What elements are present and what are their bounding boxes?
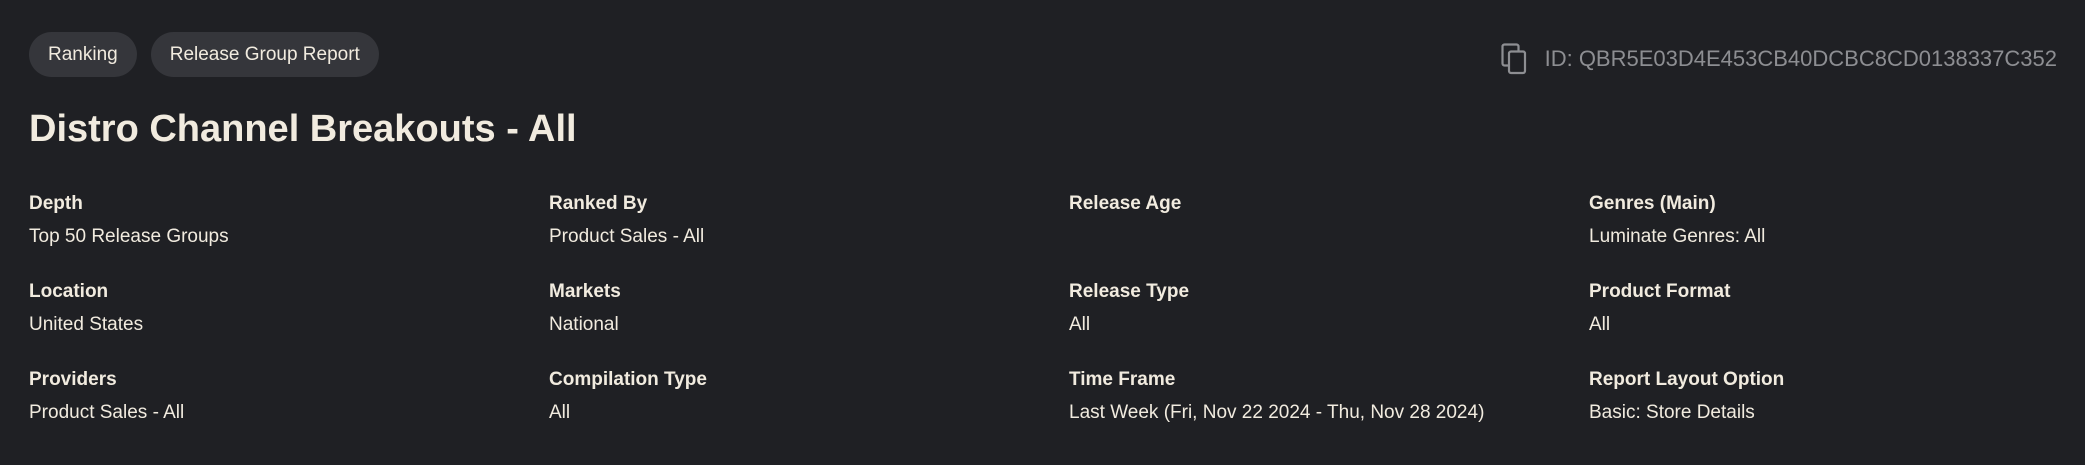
field-time-frame: Time Frame Last Week (Fri, Nov 22 2024 -… <box>1069 367 1589 455</box>
field-label: Markets <box>549 281 621 302</box>
field-ranked-by: Ranked By Product Sales - All <box>549 191 1069 279</box>
field-value: All <box>1589 314 1611 335</box>
field-depth: Depth Top 50 Release Groups <box>29 191 549 279</box>
field-value: Product Sales - All <box>29 402 185 423</box>
field-release-age: Release Age <box>1069 191 1589 279</box>
report-id-text[interactable]: ID: QBR5E03D4E453CB40DCBC8CD0138337C352 <box>1545 46 2057 72</box>
field-product-format: Product Format All <box>1589 279 2057 367</box>
field-value: Product Sales - All <box>549 226 705 247</box>
field-label: Providers <box>29 369 117 390</box>
tag-ranking[interactable]: Ranking <box>29 32 137 77</box>
field-label: Release Type <box>1069 281 1190 302</box>
report-details-grid: Depth Top 50 Release Groups Ranked By Pr… <box>29 191 2057 455</box>
field-genres-main: Genres (Main) Luminate Genres: All <box>1589 191 2057 279</box>
copy-icon[interactable] <box>1499 42 1529 76</box>
field-value: Basic: Store Details <box>1589 402 1755 423</box>
field-value: Last Week (Fri, Nov 22 2024 - Thu, Nov 2… <box>1069 402 1485 423</box>
field-value: Top 50 Release Groups <box>29 226 229 247</box>
field-value: All <box>549 402 571 423</box>
field-report-layout-option: Report Layout Option Basic: Store Detail… <box>1589 367 2057 455</box>
field-label: Report Layout Option <box>1589 369 1785 390</box>
report-id: ID: QBR5E03D4E453CB40DCBC8CD0138337C352 <box>1499 40 2057 78</box>
field-location: Location United States <box>29 279 549 367</box>
field-label: Ranked By <box>549 193 648 214</box>
field-label: Depth <box>29 193 83 214</box>
field-label: Location <box>29 281 109 302</box>
field-providers: Providers Product Sales - All <box>29 367 549 455</box>
page-title: Distro Channel Breakouts - All <box>29 108 577 150</box>
field-markets: Markets National <box>549 279 1069 367</box>
field-value: United States <box>29 314 144 335</box>
field-label: Release Age <box>1069 193 1182 214</box>
tag-release-group-report[interactable]: Release Group Report <box>150 32 379 77</box>
field-label: Genres (Main) <box>1589 193 1716 214</box>
field-label: Product Format <box>1589 281 1731 302</box>
field-release-type: Release Type All <box>1069 279 1589 367</box>
field-compilation-type: Compilation Type All <box>549 367 1069 455</box>
field-value: Luminate Genres: All <box>1589 226 1766 247</box>
field-value <box>1069 224 1589 250</box>
field-value: National <box>549 314 619 335</box>
tag-list: Ranking Release Group Report <box>29 32 379 77</box>
field-label: Compilation Type <box>549 369 707 390</box>
field-label: Time Frame <box>1069 369 1176 390</box>
field-value: All <box>1069 314 1091 335</box>
